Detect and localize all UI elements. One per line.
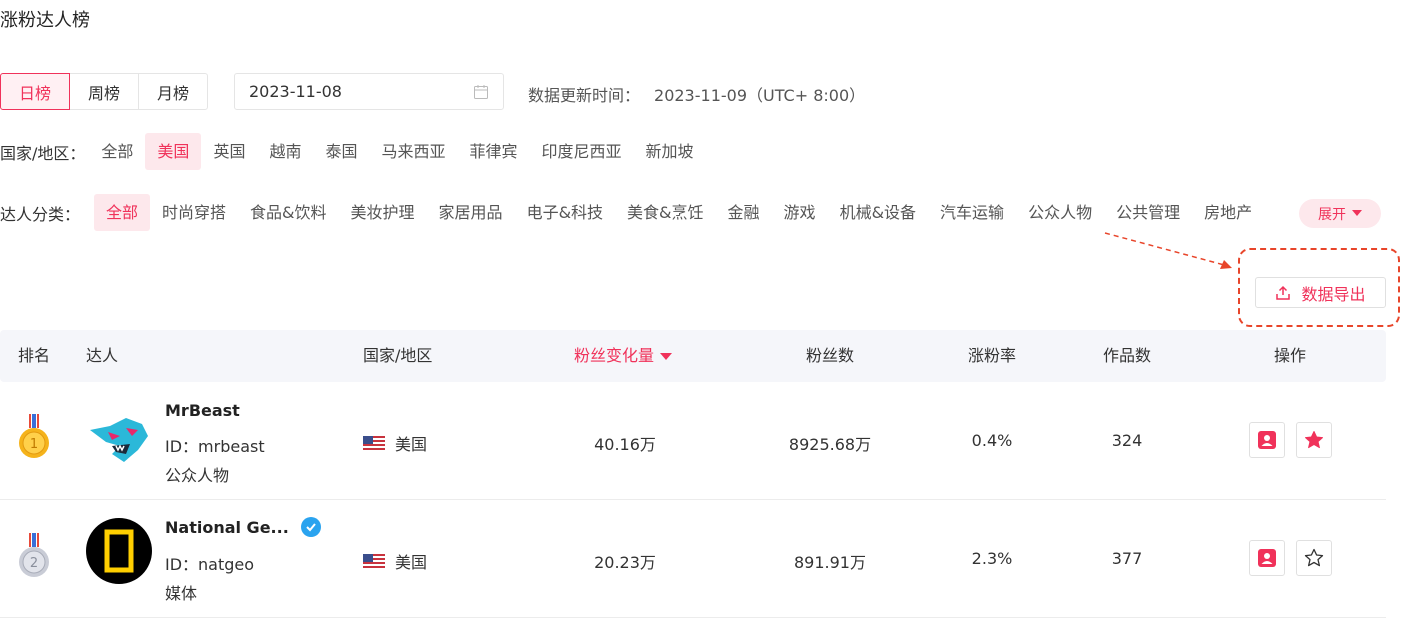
- category-chip-machinery[interactable]: 机械&设备: [828, 194, 928, 231]
- followers: 891.91万: [794, 553, 866, 572]
- country-chip-singapore[interactable]: 新加坡: [634, 133, 706, 170]
- us-flag-icon: [363, 554, 385, 568]
- profile-button[interactable]: [1249, 422, 1285, 458]
- country-chip-us[interactable]: 美国: [145, 133, 202, 170]
- tab-monthly[interactable]: 月榜: [138, 73, 208, 110]
- country-chip-all[interactable]: 全部: [89, 133, 145, 170]
- header-growth-rate: 涨粉率: [968, 346, 1017, 365]
- verified-icon: [300, 517, 321, 537]
- category-filter-label: 达人分类：: [0, 204, 81, 224]
- silver-medal-icon: 2: [19, 533, 49, 577]
- header-rank: 排名: [18, 346, 51, 365]
- avatar[interactable]: [86, 518, 152, 584]
- tab-weekly[interactable]: 周榜: [69, 73, 139, 110]
- creator-category: 公众人物: [165, 466, 230, 485]
- country-chip-vietnam[interactable]: 越南: [257, 133, 313, 170]
- creator-id: ID：natgeo: [165, 555, 255, 574]
- header-country: 国家/地区: [363, 346, 433, 365]
- profile-card-icon: [1258, 549, 1276, 567]
- creator-name-text: MrBeast: [165, 401, 240, 420]
- period-tabs: 日榜 周榜 月榜: [0, 73, 208, 110]
- header-actions: 操作: [1274, 346, 1307, 365]
- country-name: 美国: [395, 553, 428, 572]
- avatar[interactable]: [86, 406, 152, 472]
- country-cell: 美国: [363, 549, 427, 573]
- works-count: 377: [1111, 549, 1143, 568]
- favorite-button[interactable]: [1296, 422, 1332, 458]
- expand-label: 展开: [1318, 206, 1346, 223]
- category-chip-public-figure[interactable]: 公众人物: [1016, 194, 1104, 231]
- follower-change: 20.23万: [594, 553, 656, 572]
- country-chip-philippines[interactable]: 菲律宾: [458, 133, 530, 170]
- header-follower-change[interactable]: 粉丝变化量: [574, 330, 673, 382]
- update-time-value: 2023-11-09（UTC+ 8:00）: [654, 86, 866, 105]
- calendar-icon: [474, 85, 488, 99]
- creator-name[interactable]: MrBeast: [165, 401, 240, 420]
- creator-name[interactable]: National Ge...: [165, 517, 321, 537]
- category-chip-automotive[interactable]: 汽车运输: [928, 194, 1016, 231]
- date-picker[interactable]: 2023-11-08: [234, 73, 504, 110]
- mrbeast-logo-icon: [90, 418, 148, 462]
- svg-text:1: 1: [30, 437, 38, 452]
- category-chip-beauty[interactable]: 美妆护理: [339, 194, 427, 231]
- category-chip-fashion[interactable]: 时尚穿搭: [150, 194, 238, 231]
- profile-card-icon: [1258, 431, 1276, 449]
- creator-name-text: National Ge...: [165, 517, 289, 537]
- update-time-label: 数据更新时间：: [528, 86, 641, 105]
- works-count: 324: [1111, 431, 1143, 450]
- category-chip-home[interactable]: 家居用品: [427, 194, 515, 231]
- natgeo-logo-icon: [104, 529, 134, 573]
- country-name: 美国: [395, 435, 428, 454]
- page-title: 涨粉达人榜: [0, 10, 90, 31]
- expand-button[interactable]: 展开: [1299, 199, 1381, 228]
- star-outline-icon: [1304, 548, 1324, 567]
- date-value: 2023-11-08: [249, 82, 342, 101]
- growth-rate: 0.4%: [971, 431, 1013, 450]
- country-chip-malaysia[interactable]: 马来西亚: [369, 133, 457, 170]
- profile-button[interactable]: [1249, 540, 1285, 576]
- upload-icon: [1276, 285, 1291, 300]
- category-chip-food-drink[interactable]: 食品&饮料: [238, 194, 338, 231]
- category-filter: 达人分类： 全部 时尚穿搭 食品&饮料 美妆护理 家居用品 电子&科技 美食&烹…: [0, 194, 1264, 231]
- country-cell: 美国: [363, 431, 427, 455]
- table-row[interactable]: 2 National Ge... ID：natgeo 媒体 美国 20.23万 …: [0, 500, 1386, 618]
- category-chip-all[interactable]: 全部: [94, 194, 151, 231]
- header-followers: 粉丝数: [806, 346, 855, 365]
- table-header: 排名 达人 国家/地区 粉丝变化量 粉丝数 涨粉率 作品数 操作: [0, 330, 1386, 382]
- country-chip-indonesia[interactable]: 印度尼西亚: [530, 133, 634, 170]
- us-flag-icon: [363, 436, 385, 450]
- category-chip-finance[interactable]: 金融: [716, 194, 772, 231]
- header-creator: 达人: [86, 346, 119, 365]
- header-works: 作品数: [1103, 346, 1152, 365]
- creator-id: ID：mrbeast: [165, 437, 265, 456]
- export-button[interactable]: 数据导出: [1255, 277, 1386, 308]
- country-chip-uk[interactable]: 英国: [201, 133, 257, 170]
- annotation-arrow-icon: [1104, 232, 1232, 269]
- country-filter: 国家/地区： 全部 美国 英国 越南 泰国 马来西亚 菲律宾 印度尼西亚 新加坡: [0, 133, 706, 170]
- growth-rate: 2.3%: [971, 549, 1013, 568]
- favorite-button[interactable]: [1296, 540, 1332, 576]
- star-filled-icon: [1305, 431, 1323, 449]
- category-chip-gaming[interactable]: 游戏: [772, 194, 828, 231]
- followers: 8925.68万: [788, 435, 872, 454]
- category-chip-cooking[interactable]: 美食&烹饪: [615, 194, 715, 231]
- category-chip-electronics[interactable]: 电子&科技: [515, 194, 615, 231]
- country-chip-thailand[interactable]: 泰国: [313, 133, 369, 170]
- export-label: 数据导出: [1301, 284, 1366, 304]
- country-filter-label: 国家/地区：: [0, 143, 86, 163]
- header-follower-change-label: 粉丝变化量: [574, 346, 655, 365]
- update-time: 数据更新时间： 2023-11-09（UTC+ 8:00）: [528, 82, 865, 106]
- caret-down-icon: [1352, 210, 1362, 216]
- table-row[interactable]: 1 MrBeast ID：mrbeast 公众人物 美国 40.16万 8925…: [0, 382, 1386, 500]
- sort-desc-icon: [660, 353, 673, 360]
- creator-category: 媒体: [165, 584, 198, 603]
- gold-medal-icon: 1: [19, 414, 49, 458]
- tab-daily[interactable]: 日榜: [0, 73, 70, 110]
- svg-text:2: 2: [30, 556, 38, 571]
- follower-change: 40.16万: [594, 435, 656, 454]
